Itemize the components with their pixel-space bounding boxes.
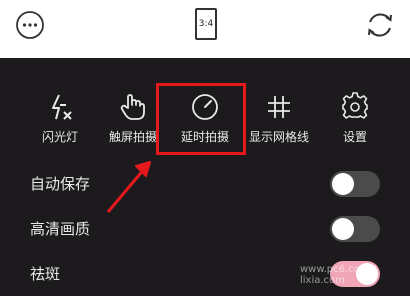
autosave-label: 自动保存 [30,175,91,193]
highlight-box [156,83,246,155]
flash-label: 闪光灯 [41,130,78,144]
toggle-knob [332,173,354,195]
toggle-knob [332,218,354,240]
switch-camera-button[interactable] [364,9,396,41]
gear-icon [342,92,368,119]
aspect-ratio-button[interactable]: 3:4 [195,8,217,40]
touch-icon [120,94,145,120]
switch-camera-icon [368,13,392,37]
camera-settings-panel: 闪光灯 触屏拍摄 延时拍摄 显示网格线 设置 自动保存 高清画质 祛斑 [0,58,410,296]
autosave-row: 自动保存 [0,164,410,204]
watermark-text: www.pc6.com / lixia.com [300,264,377,286]
beauty-label: 祛斑 [30,265,61,283]
hd-quality-row: 高清画质 [0,209,410,249]
grid-icon [268,96,290,118]
autosave-toggle[interactable] [330,171,380,197]
settings-label: 设置 [342,130,367,144]
grid-button[interactable]: 显示网格线 [244,88,314,158]
hd-quality-label: 高清画质 [30,220,91,238]
top-bar: 3:4 [0,0,410,58]
settings-button[interactable]: 设置 [320,88,390,158]
more-icon [16,11,44,39]
hd-quality-toggle[interactable] [330,216,380,242]
grid-label: 显示网格线 [248,130,309,144]
flash-off-icon [52,94,72,120]
more-button[interactable] [15,10,45,40]
flash-button[interactable]: 闪光灯 [25,88,95,158]
